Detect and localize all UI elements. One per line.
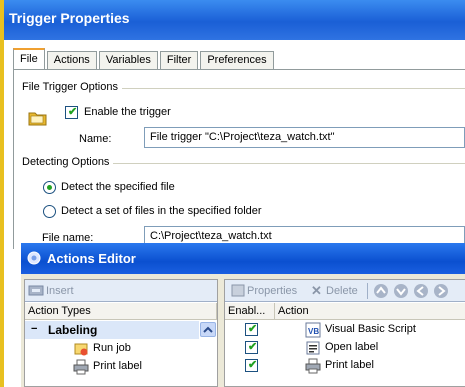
enable-trigger-label: Enable the trigger (84, 106, 171, 118)
action-types-header: Action Types (25, 303, 217, 320)
detect-set-of-files-radio[interactable] (43, 205, 56, 218)
detecting-options-heading: Detecting Options (22, 156, 114, 168)
move-left-icon[interactable] (413, 283, 429, 299)
scroll-up-button[interactable] (200, 322, 216, 337)
insert-button[interactable]: Insert (46, 285, 74, 297)
tab-underline (13, 69, 465, 70)
group-divider (102, 163, 465, 164)
tab-strip: File Actions Variables Filter Preference… (13, 48, 276, 70)
tab-filter[interactable]: Filter (159, 51, 199, 70)
file-trigger-options-heading: File Trigger Options (22, 81, 122, 93)
delete-button[interactable]: Delete (326, 285, 358, 297)
move-right-icon[interactable] (433, 283, 449, 299)
tab-variables[interactable]: Variables (98, 51, 158, 70)
move-up-icon[interactable] (373, 283, 389, 299)
open-label-icon (306, 341, 320, 355)
tree-item-label: Print label (93, 360, 142, 372)
action-column-header[interactable]: Action (275, 303, 465, 320)
name-input[interactable]: File trigger "C:\Project\teza_watch.txt" (144, 127, 465, 148)
action-label: Open label (325, 341, 379, 353)
action-label: Visual Basic Script (325, 323, 416, 335)
properties-icon (231, 284, 245, 297)
actions-list-pane: Properties ✕ Delete Enabl... Action ✔ VB… (224, 279, 465, 387)
actions-editor-window: Actions Editor Insert Action Types − Lab… (21, 243, 465, 387)
table-row[interactable]: ✔ VB Visual Basic Script (225, 321, 465, 339)
tab-preferences[interactable]: Preferences (200, 51, 274, 70)
name-label: Name: (79, 133, 112, 145)
tree-item-print-label[interactable]: Print label (25, 358, 199, 376)
group-divider (114, 88, 465, 89)
left-toolbar: Insert (25, 280, 217, 302)
enabled-checkbox[interactable]: ✔ (245, 341, 258, 354)
printer-icon (305, 358, 321, 374)
enabled-checkbox[interactable]: ✔ (245, 359, 258, 372)
detect-specified-file-label: Detect the specified file (61, 181, 175, 193)
toolbar-separator (367, 283, 368, 299)
tree-item-label: Run job (93, 342, 131, 354)
action-types-pane: Insert Action Types − Labeling Run job P… (24, 279, 218, 387)
gear-icon (27, 251, 41, 265)
script-icon: VB (305, 322, 321, 338)
tree-item-label: Labeling (48, 323, 98, 337)
collapse-icon[interactable]: − (31, 323, 37, 335)
action-label: Print label (325, 359, 374, 371)
folder-icon (28, 112, 47, 126)
actions-editor-title: Actions Editor (21, 243, 465, 274)
move-down-icon[interactable] (393, 283, 409, 299)
tree-item-labeling[interactable]: − Labeling (25, 321, 199, 339)
tab-actions[interactable]: Actions (46, 51, 97, 70)
tab-panel-border (13, 69, 14, 249)
check-icon: ✔ (248, 341, 258, 353)
right-toolbar: Properties ✕ Delete (225, 280, 465, 302)
enable-trigger-checkbox[interactable]: ✔ (65, 106, 78, 119)
table-row[interactable]: ✔ Open label (225, 339, 465, 357)
check-icon: ✔ (248, 323, 258, 335)
radio-selected-dot (47, 185, 52, 190)
trigger-window-title: Trigger Properties (4, 0, 465, 40)
check-icon: ✔ (248, 359, 258, 371)
screen: Trigger Properties File Actions Variable… (0, 0, 465, 387)
detect-set-of-files-label: Detect a set of files in the specified f… (61, 205, 262, 217)
chevron-up-icon (203, 326, 213, 333)
insert-icon (28, 285, 44, 296)
enabled-column-header[interactable]: Enabl... (225, 303, 275, 320)
properties-button[interactable]: Properties (247, 285, 297, 297)
run-job-icon (74, 343, 88, 356)
detect-specified-file-radio[interactable] (43, 181, 56, 194)
printer-icon (73, 359, 89, 375)
table-row[interactable]: ✔ Print label (225, 357, 465, 375)
check-icon: ✔ (68, 106, 78, 118)
tree-item-run-job[interactable]: Run job (25, 340, 199, 358)
enabled-checkbox[interactable]: ✔ (245, 323, 258, 336)
svg-text:VB: VB (308, 327, 319, 336)
delete-icon: ✕ (311, 283, 322, 298)
tab-file[interactable]: File (13, 48, 45, 70)
